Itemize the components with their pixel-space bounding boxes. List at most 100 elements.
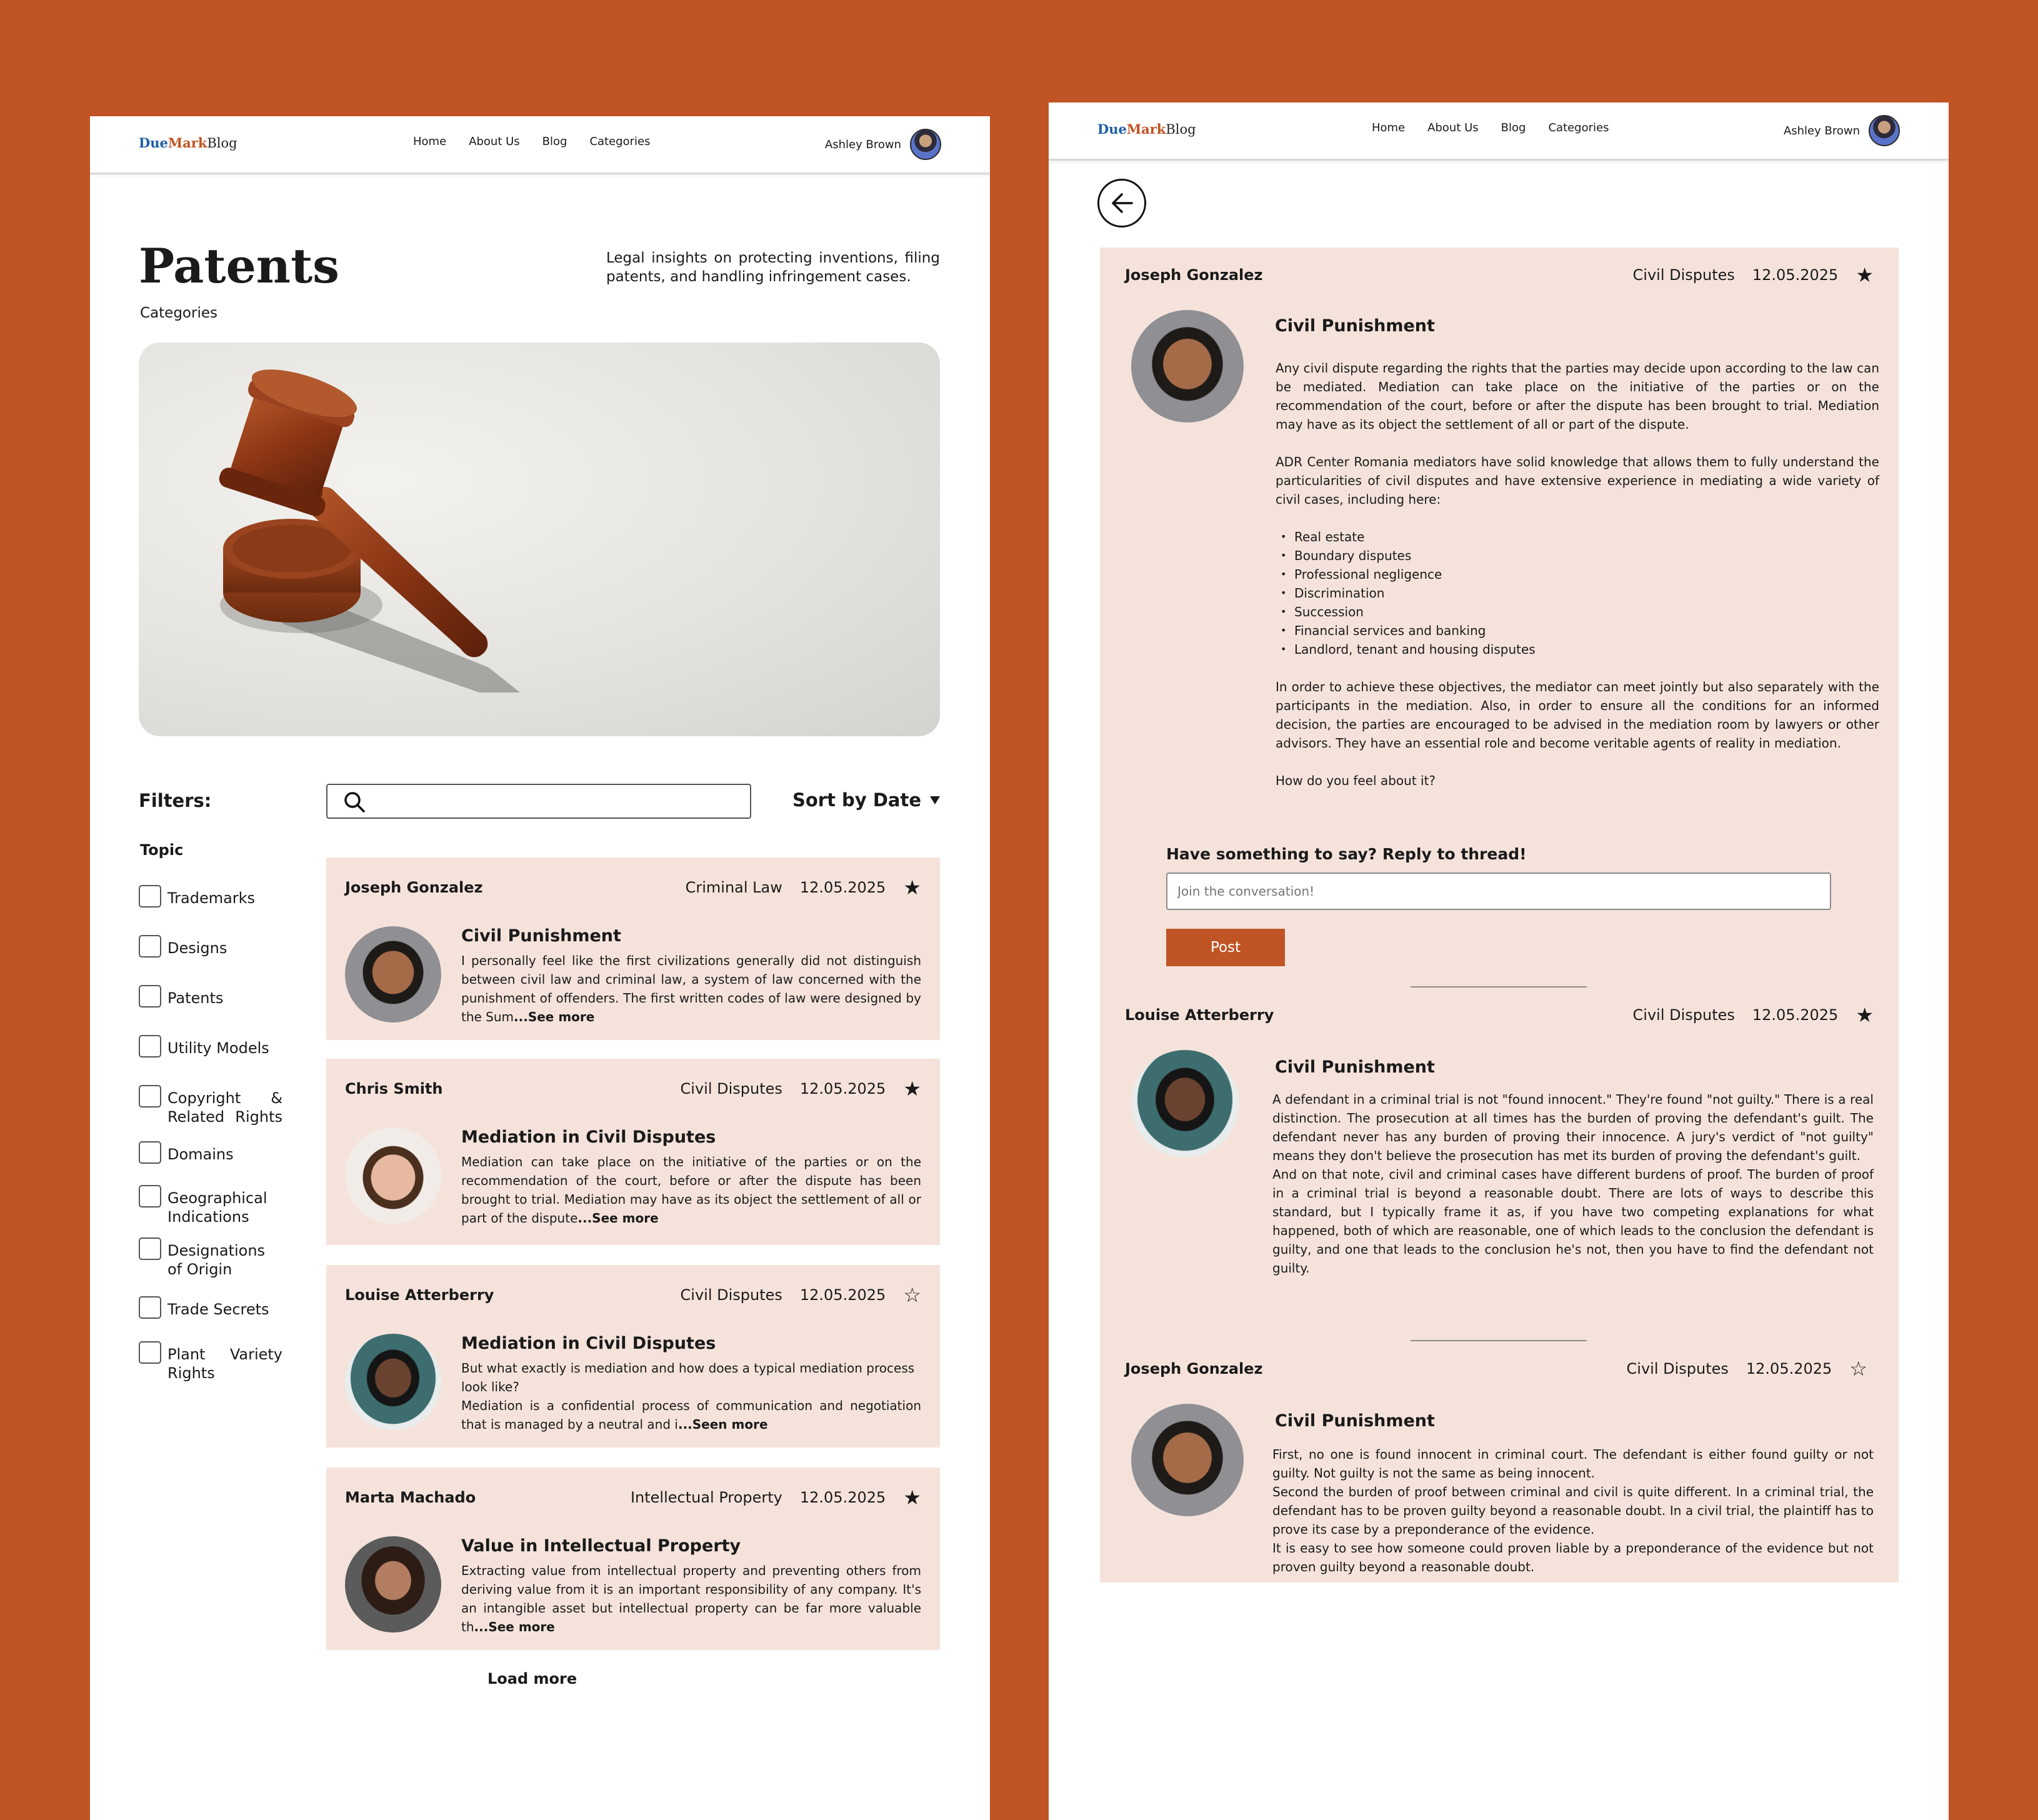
checkbox[interactable] — [139, 1141, 161, 1164]
back-button[interactable] — [1097, 179, 1146, 228]
card-author[interactable]: Louise Atterberry — [345, 1286, 494, 1304]
star-icon[interactable]: ★ — [1856, 1005, 1874, 1025]
user-menu[interactable]: Ashley Brown — [1784, 115, 1900, 146]
post-date: 12.05.2025 — [1746, 1360, 1832, 1378]
nav-categories[interactable]: Categories — [1548, 121, 1609, 134]
checkbox[interactable] — [139, 985, 161, 1008]
filter-domains[interactable]: Domains — [139, 1141, 282, 1164]
nav-home[interactable]: Home — [1372, 121, 1405, 134]
card-excerpt: Mediation can take place on the initiati… — [461, 1154, 921, 1226]
sort-dropdown[interactable]: Sort by Date — [792, 789, 940, 811]
filter-trade-secrets[interactable]: Trade Secrets — [139, 1296, 282, 1319]
filter-designs[interactable]: Designs — [139, 935, 282, 958]
star-outline-icon[interactable]: ☆ — [1849, 1359, 1867, 1379]
star-icon[interactable]: ★ — [903, 1079, 921, 1099]
filter-patents[interactable]: Patents — [139, 985, 282, 1008]
nav-about-us[interactable]: About Us — [1427, 121, 1479, 134]
post-category[interactable]: Civil Disputes — [1633, 266, 1735, 284]
card-category[interactable]: Criminal Law — [686, 879, 782, 896]
star-icon[interactable]: ★ — [1856, 265, 1874, 285]
load-more-button[interactable]: Load more — [487, 1670, 577, 1688]
checkbox[interactable] — [139, 1296, 161, 1319]
post-card[interactable]: Louise Atterberry Civil Disputes 12.05.20… — [326, 1265, 940, 1448]
nav-blog[interactable]: Blog — [542, 135, 567, 148]
card-author[interactable]: Marta Machado — [345, 1489, 476, 1506]
topic-filter-heading: Topic — [140, 841, 184, 859]
post-author[interactable]: Joseph Gonzalez — [1125, 1360, 1263, 1378]
card-title[interactable]: Mediation in Civil Disputes — [461, 1334, 716, 1353]
post-header: Joseph Gonzalez Civil Disputes 12.05.2025… — [1125, 1359, 1867, 1381]
sort-label: Sort by Date — [792, 789, 921, 811]
filters-label: Filters: — [139, 790, 212, 811]
nav-blog[interactable]: Blog — [1501, 121, 1526, 134]
card-header: Marta Machado Intellectual Property 12.05… — [345, 1488, 921, 1510]
card-title[interactable]: Mediation in Civil Disputes — [461, 1128, 716, 1147]
site-logo[interactable]: DueMarkBlog — [139, 135, 237, 151]
reply-label: Have something to say? Reply to thread! — [1166, 845, 1527, 863]
reply-input[interactable] — [1166, 872, 1831, 910]
nav-about-us[interactable]: About Us — [469, 135, 520, 148]
post-author[interactable]: Louise Atterberry — [1125, 1006, 1274, 1024]
user-menu[interactable]: Ashley Brown — [825, 129, 941, 160]
site-logo[interactable]: DueMarkBlog — [1097, 121, 1196, 137]
see-more-link[interactable]: ...Seen more — [678, 1417, 768, 1432]
author-avatar — [345, 1334, 441, 1430]
page-description: Legal insights on protecting inventions,… — [606, 250, 940, 285]
page-breadcrumb[interactable]: Categories — [140, 305, 217, 321]
card-author[interactable]: Chris Smith — [345, 1080, 442, 1098]
post-card[interactable]: Marta Machado Intellectual Property 12.05… — [326, 1468, 940, 1650]
user-name: Ashley Brown — [1783, 124, 1860, 138]
author-avatar — [345, 926, 441, 1022]
filter-copyright[interactable]: Copyright & Related Rights — [139, 1085, 282, 1126]
filter-utility-models[interactable]: Utility Models — [139, 1035, 282, 1058]
user-name: Ashley Brown — [824, 138, 901, 151]
checkbox[interactable] — [139, 1238, 161, 1260]
post-header: Louise Atterberry Civil Disputes 12.05.20… — [1125, 1005, 1874, 1028]
filter-designations-of-origin[interactable]: Designations of Origin — [139, 1238, 282, 1279]
checkbox[interactable] — [139, 1085, 161, 1108]
card-header: Joseph Gonzalez Criminal Law 12.05.2025 ★ — [345, 878, 921, 900]
card-excerpt: Extracting value from intellectual prope… — [461, 1563, 921, 1634]
see-more-link[interactable]: ...See more — [577, 1211, 658, 1226]
checkbox[interactable] — [139, 1341, 161, 1364]
see-more-link[interactable]: ...See more — [474, 1619, 555, 1634]
nav-home[interactable]: Home — [413, 135, 446, 148]
filter-plant-variety-rights[interactable]: Plant Variety Rights — [139, 1341, 282, 1382]
post-category[interactable]: Civil Disputes — [1633, 1006, 1735, 1024]
card-date: 12.05.2025 — [799, 1489, 886, 1506]
user-avatar[interactable] — [1869, 115, 1900, 146]
post-header: Joseph Gonzalez Civil Disputes 12.05.2025… — [1125, 265, 1874, 288]
filter-trademarks[interactable]: Trademarks — [139, 885, 282, 908]
checkbox[interactable] — [139, 1185, 161, 1208]
list-item: Real estate — [1281, 528, 1879, 546]
post-category[interactable]: Civil Disputes — [1627, 1360, 1729, 1378]
post-body: First, no one is found innocent in crimi… — [1272, 1447, 1874, 1574]
nav-categories[interactable]: Categories — [589, 135, 650, 148]
card-category[interactable]: Civil Disputes — [681, 1080, 782, 1098]
filter-geographical-indications[interactable]: Geographical Indications — [139, 1185, 282, 1226]
checkbox[interactable] — [139, 885, 161, 908]
card-category[interactable]: Intellectual Property — [631, 1489, 782, 1506]
card-category[interactable]: Civil Disputes — [681, 1286, 782, 1304]
see-more-link[interactable]: ...See more — [514, 1009, 594, 1024]
search-input[interactable] — [377, 790, 742, 814]
search-box[interactable] — [326, 784, 751, 819]
post-button[interactable]: Post — [1166, 929, 1285, 966]
arrow-left-icon — [1112, 193, 1133, 213]
checkbox[interactable] — [139, 935, 161, 958]
card-title[interactable]: Value in Intellectual Property — [461, 1536, 741, 1556]
chevron-down-icon — [930, 796, 940, 804]
post-card[interactable]: Chris Smith Civil Disputes 12.05.2025 ★ Me… — [326, 1059, 940, 1245]
checkbox[interactable] — [139, 1035, 161, 1058]
author-avatar — [1131, 310, 1244, 422]
post-card[interactable]: Joseph Gonzalez Criminal Law 12.05.2025 ★ … — [326, 858, 940, 1040]
card-title[interactable]: Civil Punishment — [461, 926, 621, 946]
star-icon[interactable]: ★ — [903, 1488, 921, 1508]
post-author[interactable]: Joseph Gonzalez — [1125, 266, 1263, 284]
user-avatar[interactable] — [910, 129, 941, 160]
list-item: Discrimination — [1281, 584, 1879, 602]
card-header: Louise Atterberry Civil Disputes 12.05.20… — [345, 1285, 921, 1308]
star-outline-icon[interactable]: ☆ — [903, 1285, 921, 1305]
card-author[interactable]: Joseph Gonzalez — [345, 879, 483, 896]
star-icon[interactable]: ★ — [903, 878, 921, 898]
